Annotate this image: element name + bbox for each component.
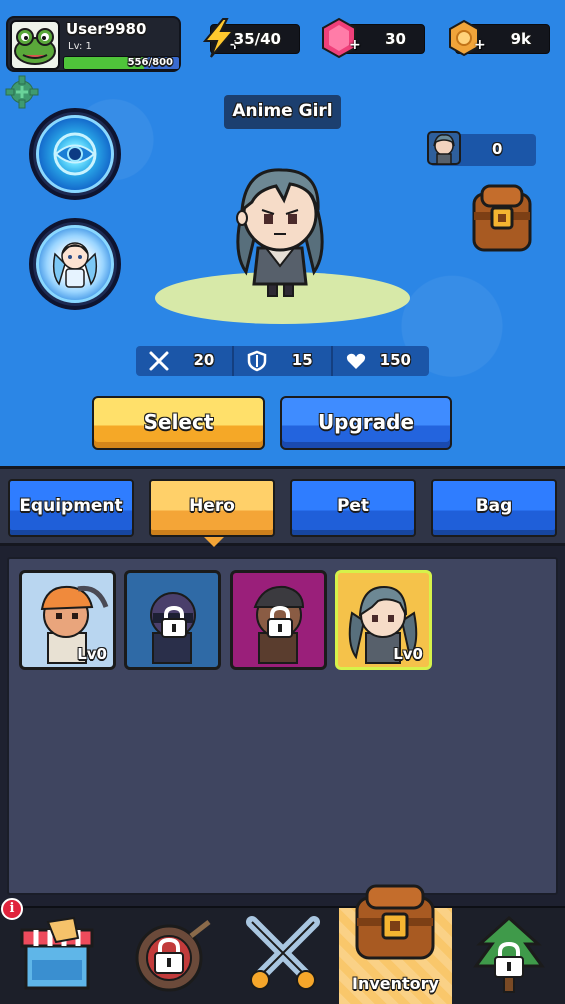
add-coins-icon[interactable]: + [474,37,486,53]
tab-equipment[interactable]: Equipment [8,479,134,537]
hero-card-bandit[interactable] [230,570,327,670]
user-level: Lv: 1 [68,41,92,52]
attack-value: 20 [193,351,215,369]
upgrade-button[interactable]: Upgrade [280,396,452,450]
energy-counter[interactable]: + 35/40 [202,18,300,58]
coin-counter[interactable]: + 9k [449,19,550,57]
frog-icon [14,28,56,65]
nav-tree[interactable] [452,908,565,1004]
target-locked-icon [135,920,211,992]
health-value: 150 [379,351,411,369]
health-stat: 150 [333,346,429,376]
xp-text: 556/800 [127,57,173,68]
crossed-swords-battle-icon [246,916,320,990]
hero-card-ninja[interactable] [124,570,221,670]
info-badge[interactable]: i [1,898,23,920]
crossed-swords-icon [149,351,169,371]
lock-icon [267,605,293,638]
hero-showcase: User9980 Lv: 1 556/800 + 35/40 + 30 + 9k… [0,0,565,466]
anime-girl-hero-sprite[interactable] [228,162,333,302]
user-profile-card[interactable]: User9980 Lv: 1 556/800 [6,16,181,72]
energy-value: 35/40 [233,30,281,48]
username: User9980 [66,20,147,38]
gem-value: 30 [385,30,406,48]
backpack-chest-icon[interactable] [468,182,536,254]
inventory-tab-bar: Equipment Hero Pet Bag [0,466,565,547]
nav-inventory[interactable]: Inventory [339,884,452,1004]
defense-value: 15 [291,351,313,369]
lock-icon [161,605,187,638]
tab-pet[interactable]: Pet [290,479,416,537]
frog-avatar[interactable] [10,20,60,70]
hero-card-anime-girl[interactable]: Lv0 [335,570,432,670]
heart-icon [346,353,365,369]
tab-hero[interactable]: Hero [149,479,275,547]
attack-stat: 20 [136,346,235,376]
skin-button[interactable] [29,218,121,310]
defense-stat: 15 [234,346,333,376]
hero-stats-bar: 20 15 150 [136,346,429,376]
gem-counter[interactable]: + 30 [322,17,425,59]
coin-value: 9k [510,30,531,48]
backpack-icon [355,884,435,960]
eye-portal-icon [53,132,97,176]
add-gems-icon[interactable]: + [349,37,361,53]
hero-level: Lv0 [393,645,423,663]
hero-name-label: Anime Girl [224,95,341,129]
shield-icon [248,350,267,372]
nav-inventory-label: Inventory [352,974,439,993]
nav-shop[interactable] [0,908,113,1004]
settings-gear-icon[interactable] [4,74,40,110]
hero-card-miner[interactable]: Lv0 [19,570,116,670]
nav-target[interactable] [113,908,226,1004]
skin-count: 0 [492,140,503,158]
bottom-navigation: Inventory [0,884,565,1004]
nav-battle[interactable] [226,908,339,1004]
girl-skin-icon [52,242,98,288]
hero-portrait-icon [427,131,461,165]
tree-locked-icon [473,915,545,993]
shop-icon [20,916,94,990]
skin-counter[interactable]: 0 [427,131,536,166]
portal-button[interactable] [29,108,121,200]
hero-level: Lv0 [77,645,107,663]
select-button[interactable]: Select [92,396,265,450]
xp-bar: 556/800 [63,56,180,70]
tab-bag[interactable]: Bag [431,479,557,537]
